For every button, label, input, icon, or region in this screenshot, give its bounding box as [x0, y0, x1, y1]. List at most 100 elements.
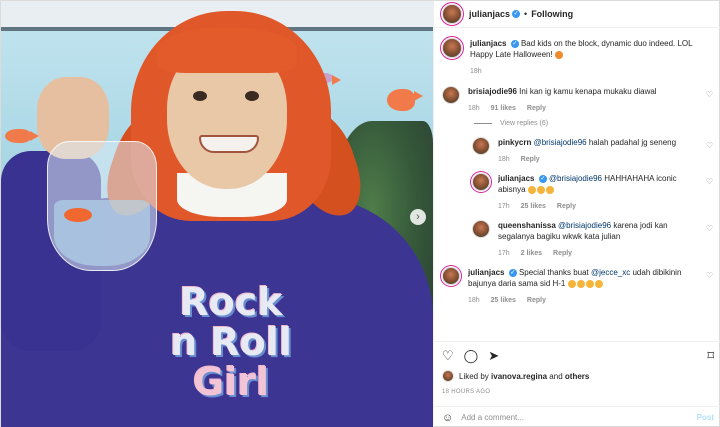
post-photo[interactable]: Rock n Roll Girl ›	[1, 1, 433, 427]
reply-button[interactable]: Reply	[553, 250, 572, 257]
comment-content-before: Special thanks buat	[518, 268, 589, 277]
laughing-emoji-icon	[594, 279, 603, 288]
header-user: julianjacs ✓ • Following	[469, 9, 573, 19]
laughing-emoji-icon	[545, 185, 554, 194]
post-button[interactable]: Post	[697, 413, 714, 422]
eye-left	[193, 91, 207, 101]
like-heart-icon[interactable]: ♡	[442, 349, 454, 362]
avatar[interactable]	[472, 220, 490, 238]
reply-meta: 17h 2 likes Reply	[498, 250, 693, 257]
avatar[interactable]	[442, 38, 462, 58]
comment-time[interactable]: 18h	[468, 297, 480, 304]
comment-body: brisiajodie96 Ini kan ig kamu kenapa muk…	[468, 86, 713, 112]
goldfish	[64, 208, 92, 222]
reply-button[interactable]: Reply	[527, 105, 546, 112]
comment-likes[interactable]: 25 likes	[491, 297, 516, 304]
emoji-smile-icon[interactable]: ☺	[442, 412, 453, 424]
add-comment-input[interactable]	[461, 413, 697, 422]
verified-badge-icon: ✓	[508, 268, 517, 277]
verified-badge-icon: ✓	[510, 39, 519, 48]
reply-body: queenshanissa @brisiajodie96 karena jodi…	[498, 220, 713, 257]
reply-text: julianjacs ✓ @brisiajodie96 HAHHAHAHA ic…	[498, 173, 693, 195]
action-bar: ♡ ◯ ➤ ⌑	[434, 341, 720, 369]
next-photo-arrow-icon[interactable]: ›	[410, 209, 426, 225]
like-comment-heart-icon[interactable]: ♡	[706, 177, 713, 186]
comment-body: julianjacs ✓ Special thanks buat @jecce_…	[468, 267, 713, 304]
reply-mention[interactable]: @brisiajodie96	[558, 221, 611, 230]
verified-badge-icon: ✓	[538, 174, 547, 183]
like-comment-heart-icon[interactable]: ♡	[706, 271, 713, 280]
reply-text: queenshanissa @brisiajodie96 karena jodi…	[498, 220, 693, 242]
caption-meta: 18h	[470, 68, 693, 75]
verified-badge-icon: ✓	[512, 10, 521, 18]
smile	[199, 135, 259, 153]
reply-username[interactable]: pinkycrn	[498, 138, 531, 147]
caption-body: julianjacs ✓ Bad kids on the block, dyna…	[470, 38, 713, 75]
comment-meta: 18h 25 likes Reply	[468, 297, 693, 304]
avatar[interactable]	[442, 4, 462, 24]
like-comment-heart-icon[interactable]: ♡	[706, 90, 713, 99]
reply-comment: pinkycrn @brisiajodie96 halah padahal jg…	[472, 137, 713, 163]
reply-time[interactable]: 18h	[498, 156, 510, 163]
comment-mention[interactable]: @jecce_xc	[591, 268, 630, 277]
comment-meta: 18h 91 likes Reply	[468, 105, 693, 112]
avatar[interactable]	[442, 86, 460, 104]
liked-by-and: and	[549, 371, 563, 381]
comment-time[interactable]: 18h	[468, 105, 480, 112]
print-line-2: n Roll	[170, 320, 292, 364]
header-username[interactable]: julianjacs	[469, 9, 510, 19]
reply-meta: 17h 25 likes Reply	[498, 203, 693, 210]
instagram-post: Rock n Roll Girl › julianjacs ✓ • Follow…	[0, 0, 720, 427]
divider	[474, 123, 492, 124]
comment-username[interactable]: julianjacs	[468, 268, 504, 277]
reply-button[interactable]: Reply	[557, 203, 576, 210]
reply-time[interactable]: 17h	[498, 203, 510, 210]
liked-by-user[interactable]: ivanova.regina	[491, 372, 547, 381]
eye-right	[245, 91, 259, 101]
view-replies-button[interactable]: View replies (6)	[474, 120, 713, 127]
reply-content: halah padahal jg seneng	[588, 138, 677, 147]
add-comment-bar: ☺ Post	[434, 406, 720, 427]
reply-body: pinkycrn @brisiajodie96 halah padahal jg…	[498, 137, 713, 163]
reply-username[interactable]: julianjacs	[498, 174, 534, 183]
post-timestamp[interactable]: 18 HOURS AGO	[442, 389, 490, 395]
avatar[interactable]	[472, 137, 490, 155]
share-paper-plane-icon[interactable]: ➤	[488, 349, 499, 362]
avatar[interactable]	[442, 267, 460, 285]
reply-mention[interactable]: @brisiajodie96	[534, 138, 587, 147]
comment-bubble-icon[interactable]: ◯	[464, 349, 479, 362]
reply-likes[interactable]: 2 likes	[521, 250, 542, 257]
liked-by-others[interactable]: others	[565, 372, 589, 381]
like-comment-heart-icon[interactable]: ♡	[706, 141, 713, 150]
like-comment-heart-icon[interactable]: ♡	[706, 224, 713, 233]
comment-content: Ini kan ig kamu kenapa mukaku diawal	[519, 87, 657, 96]
post-header: julianjacs ✓ • Following	[434, 1, 720, 28]
wig-bangs	[157, 27, 297, 73]
reply-button[interactable]: Reply	[527, 297, 546, 304]
reply-comment: queenshanissa @brisiajodie96 karena jodi…	[472, 220, 713, 257]
comment-text: julianjacs ✓ Special thanks buat @jecce_…	[468, 267, 693, 289]
laughing-emoji-icon	[527, 185, 536, 194]
reply-button[interactable]: Reply	[521, 156, 540, 163]
caption-username[interactable]: julianjacs	[470, 39, 506, 48]
reply-text: pinkycrn @brisiajodie96 halah padahal jg…	[498, 137, 693, 148]
pumpkin-emoji-icon	[554, 50, 563, 59]
reply-mention[interactable]: @brisiajodie96	[549, 174, 602, 183]
comment-text: brisiajodie96 Ini kan ig kamu kenapa muk…	[468, 86, 693, 97]
avatar[interactable]	[472, 173, 490, 191]
reply-time[interactable]: 17h	[498, 250, 510, 257]
comments-list[interactable]: julianjacs ✓ Bad kids on the block, dyna…	[434, 28, 720, 344]
laughing-emoji-icon	[567, 279, 576, 288]
aquarium-fish	[387, 89, 423, 111]
reply-username[interactable]: queenshanissa	[498, 221, 556, 230]
comment-likes[interactable]: 91 likes	[491, 105, 516, 112]
save-bookmark-icon[interactable]: ⌑	[707, 349, 714, 362]
fish-bag	[47, 141, 157, 271]
comment-username[interactable]: brisiajodie96	[468, 87, 517, 96]
avatar[interactable]	[442, 370, 454, 382]
reply-likes[interactable]: 25 likes	[521, 203, 546, 210]
sweater-print: Rock n Roll Girl	[151, 283, 311, 401]
following-button[interactable]: Following	[531, 9, 573, 19]
aquarium-fish	[5, 129, 39, 143]
caption-time[interactable]: 18h	[470, 68, 482, 75]
